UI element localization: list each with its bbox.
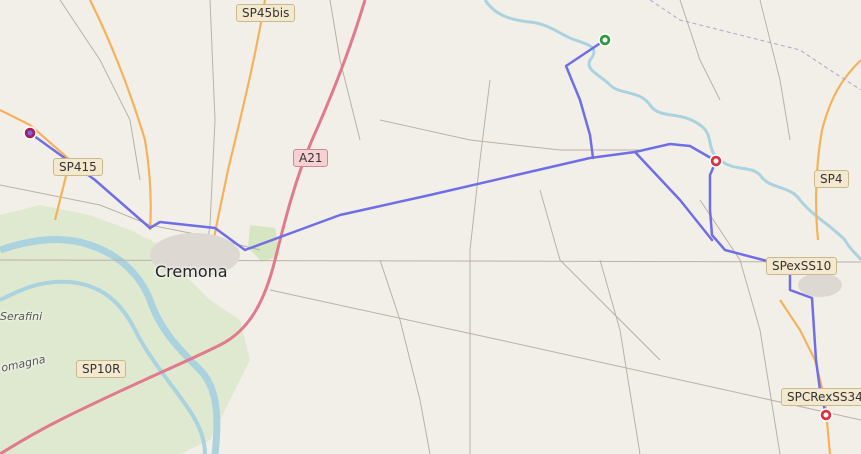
waypoint-1-marker-icon[interactable]	[709, 154, 723, 168]
place-label-serafini: Serafini	[0, 310, 43, 323]
city-label-cremona: Cremona	[155, 262, 228, 281]
shield-sp415: SP415	[53, 158, 103, 176]
end-marker-icon[interactable]	[23, 126, 37, 140]
shield-a21: A21	[293, 149, 329, 167]
oglio-river	[483, 0, 861, 261]
shield-sp4: SP4	[814, 170, 849, 188]
shield-spcrexss343: SPCRexSS343	[781, 388, 861, 406]
shield-spexss10: SPexSS10	[766, 257, 838, 275]
map-canvas[interactable]: SP45bis SP415 A21 SP4 SP10R SPexSS10 SPC…	[0, 0, 861, 454]
shield-sp10r: SP10R	[76, 360, 127, 378]
province-border	[649, 0, 861, 91]
shield-sp45bis: SP45bis	[236, 4, 296, 22]
settlement	[798, 273, 842, 297]
map-tiles	[0, 0, 861, 454]
waypoint-2-marker-icon[interactable]	[819, 408, 833, 422]
start-marker-icon[interactable]	[598, 33, 612, 47]
